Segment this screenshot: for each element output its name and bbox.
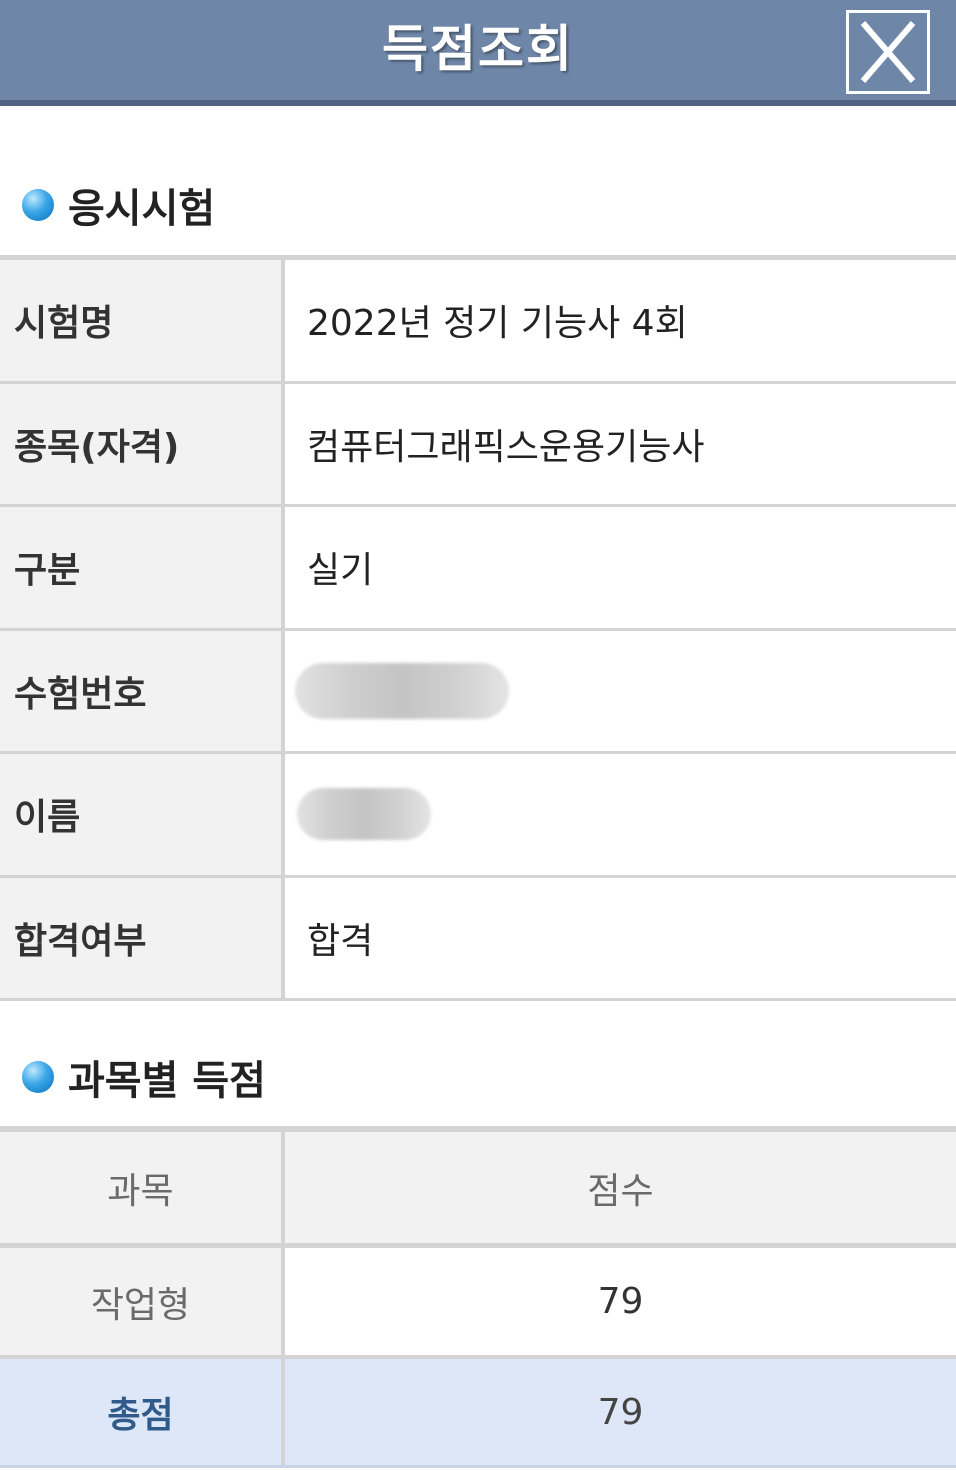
row-label: 합격여부 [0,877,285,998]
table-row-qualification: 종목(자격) 컴퓨터그래픽스운용기능사 [0,383,956,507]
close-icon[interactable] [849,13,927,91]
total-row: 총점 79 [0,1359,956,1468]
table-row-pass-status: 합격여부 합격 [0,877,956,1001]
exam-name-value: 2022년 정기 기능사 4회 [307,303,688,345]
table-header-row: 과목 점수 [0,1132,956,1248]
exam-section-title: 응시시험 [22,180,215,232]
total-score: 79 [597,1391,644,1433]
row-label: 이름 [0,754,285,875]
row-label: 수험번호 [0,630,285,751]
score-section-label: 과목별 득점 [68,1058,266,1104]
page-title: 득점조회 [382,20,574,78]
exam-section-label: 응시시험 [68,186,216,232]
table-row-exam-name: 시험명 2022년 정기 기능사 4회 [0,260,956,384]
redacted-exam-number [295,662,509,719]
table-row-name: 이름 [0,754,956,878]
table-row-exam-number: 수험번호 [0,630,956,754]
blue-dot-icon [22,1061,54,1093]
exam-info-table: 시험명 2022년 정기 기능사 4회 종목(자격) 컴퓨터그래픽스운용기능사 … [0,255,956,1001]
total-label: 총점 [0,1359,285,1465]
subject-cell: 작업형 [0,1248,285,1355]
score-table: 과목 점수 작업형 79 총점 79 [0,1126,956,1468]
close-button[interactable] [846,10,930,94]
row-label: 시험명 [0,260,285,381]
row-label: 종목(자격) [0,383,285,504]
qualification-value: 컴퓨터그래픽스운용기능사 [307,426,705,468]
title-bar: 득점조회 [0,0,956,106]
column-header-score: 점수 [285,1132,956,1243]
pass-status-value: 합격 [307,920,374,962]
table-row-category: 구분 실기 [0,507,956,631]
name-value [285,754,956,875]
exam-number-value [285,631,956,752]
category-value: 실기 [307,550,374,592]
blue-dot-icon [22,189,54,221]
table-row: 작업형 79 [0,1248,956,1359]
score-cell: 79 [597,1281,644,1322]
column-header-subject: 과목 [0,1132,285,1243]
row-label: 구분 [0,507,285,628]
score-section-title: 과목별 득점 [22,1052,266,1104]
redacted-name [297,788,431,841]
